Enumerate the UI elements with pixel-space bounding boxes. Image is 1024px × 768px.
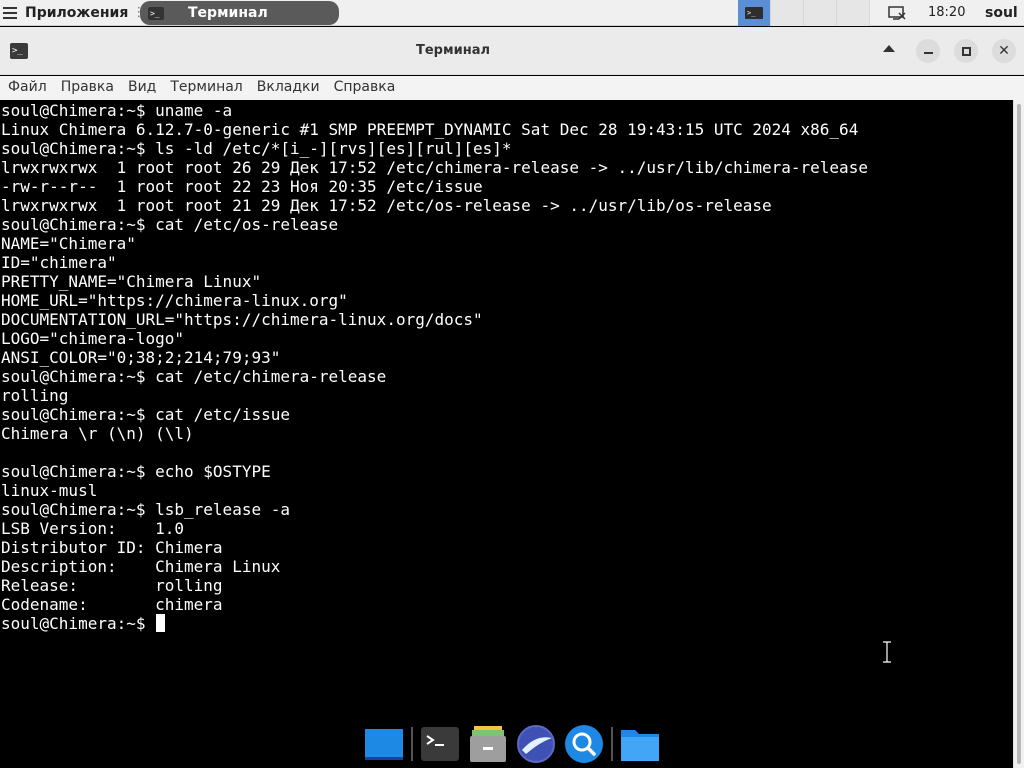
menu-tabs[interactable]: Вкладки — [250, 76, 327, 100]
terminal-line: Description: Chimera Linux — [1, 557, 281, 576]
menu-edit[interactable]: Правка — [54, 76, 121, 100]
terminal-cursor — [156, 614, 166, 632]
menu-file[interactable]: Файл — [1, 76, 54, 100]
close-button[interactable]: ✕ — [992, 39, 1016, 63]
workspace-1[interactable]: >_ — [738, 0, 771, 26]
applications-menu-icon — [3, 6, 17, 20]
workspace-3[interactable] — [804, 0, 837, 26]
terminal-icon: >_ — [148, 6, 164, 20]
web-browser-icon[interactable] — [516, 724, 556, 764]
terminal-line: soul@Chimera:~$ cat /etc/chimera-release — [1, 367, 387, 386]
taskbar-button-label: Терминал — [188, 5, 268, 21]
terminal-text: soul@Chimera:~$ uname -a Linux Chimera 6.… — [1, 101, 868, 633]
terminal-line: Chimera \r (\n) (\l) — [1, 424, 194, 443]
workspace-switcher: >_ — [738, 0, 870, 26]
minimize-icon — [923, 51, 933, 54]
terminal-line: PRETTY_NAME="Chimera Linux" — [1, 272, 262, 291]
terminal-line: lrwxrwxrwx 1 root root 26 29 Дек 17:52 /… — [1, 158, 868, 177]
dock-separator — [411, 727, 413, 761]
terminal-line: soul@Chimera:~$ ls -ld /etc/*[i_-][rvs][… — [1, 139, 512, 158]
window-titlebar[interactable]: >_ Терминал ✕ — [0, 27, 1024, 75]
clock[interactable]: 18:20 — [928, 0, 965, 26]
terminal-scrollbar[interactable] — [1013, 100, 1024, 768]
workspace-4[interactable] — [837, 0, 870, 26]
maximize-button[interactable] — [954, 39, 978, 63]
menu-bar: Файл Правка Вид Терминал Вкладки Справка — [0, 76, 1024, 100]
folder-icon[interactable] — [620, 724, 660, 764]
terminal-line: Distributor ID: Chimera — [1, 538, 223, 557]
terminal-line: LSB Version: 1.0 — [1, 519, 185, 538]
terminal-line: soul@Chimera:~$ uname -a — [1, 101, 233, 120]
terminal-icon[interactable] — [420, 724, 460, 764]
network-disconnected-icon[interactable] — [887, 5, 907, 21]
minimize-button[interactable] — [916, 39, 940, 63]
desktop-icon[interactable] — [364, 724, 404, 764]
shade-window-icon[interactable] — [883, 45, 895, 52]
terminal-output-area[interactable]: soul@Chimera:~$ uname -a Linux Chimera 6.… — [0, 100, 1013, 768]
menu-help[interactable]: Справка — [327, 76, 403, 100]
dock-separator — [611, 727, 613, 761]
terminal-line: LOGO="chimera-logo" — [1, 329, 185, 348]
taskbar-button-terminal[interactable]: >_ Терминал — [140, 1, 339, 25]
search-icon[interactable] — [564, 724, 604, 764]
terminal-line: lrwxrwxrwx 1 root root 21 29 Дек 17:52 /… — [1, 196, 772, 215]
terminal-icon: >_ — [745, 7, 763, 19]
terminal-line: linux-musl — [1, 481, 98, 500]
terminal-line: soul@Chimera:~$ echo $OSTYPE — [1, 462, 271, 481]
applications-menu-label: Приложения — [25, 4, 129, 21]
terminal-line: soul@Chimera:~$ lsb_release -a — [1, 500, 290, 519]
terminal-line: Release: rolling — [1, 576, 223, 595]
menu-view[interactable]: Вид — [121, 76, 163, 100]
top-panel: Приложения ⋮ >_ Терминал >_ 18:20 soul — [0, 0, 1024, 26]
terminal-line: DOCUMENTATION_URL="https://chimera-linux… — [1, 310, 483, 329]
terminal-line: ID="chimera" — [1, 253, 117, 272]
terminal-line: ANSI_COLOR="0;38;2;214;79;93" — [1, 348, 281, 367]
terminal-line: -rw-r--r-- 1 root root 22 23 Ноя 20:35 /… — [1, 177, 483, 196]
terminal-prompt: soul@Chimera:~$ — [1, 614, 156, 633]
terminal-line: HOME_URL="https://chimera-linux.org" — [1, 291, 348, 310]
file-cabinet-icon[interactable] — [468, 724, 508, 764]
terminal-line: soul@Chimera:~$ cat /etc/issue — [1, 405, 290, 424]
maximize-icon — [961, 46, 971, 56]
scrollbar-thumb[interactable] — [1017, 104, 1021, 764]
terminal-prompt-line: soul@Chimera:~$ — [1, 614, 868, 633]
terminal-line: soul@Chimera:~$ cat /etc/os-release — [1, 215, 339, 234]
terminal-line: rolling — [1, 386, 69, 405]
user-menu[interactable]: soul — [985, 0, 1018, 26]
window-title: Терминал — [415, 43, 490, 58]
workspace-2[interactable] — [771, 0, 804, 26]
applications-menu-button[interactable]: Приложения ⋮ — [0, 0, 149, 26]
text-cursor-icon — [883, 641, 891, 663]
terminal-line: NAME="Chimera" — [1, 234, 136, 253]
menu-terminal[interactable]: Терминал — [163, 76, 249, 100]
close-icon: ✕ — [998, 43, 1010, 59]
terminal-line: Linux Chimera 6.12.7-0-generic #1 SMP PR… — [1, 120, 859, 139]
terminal-line: Codename: chimera — [1, 595, 223, 614]
